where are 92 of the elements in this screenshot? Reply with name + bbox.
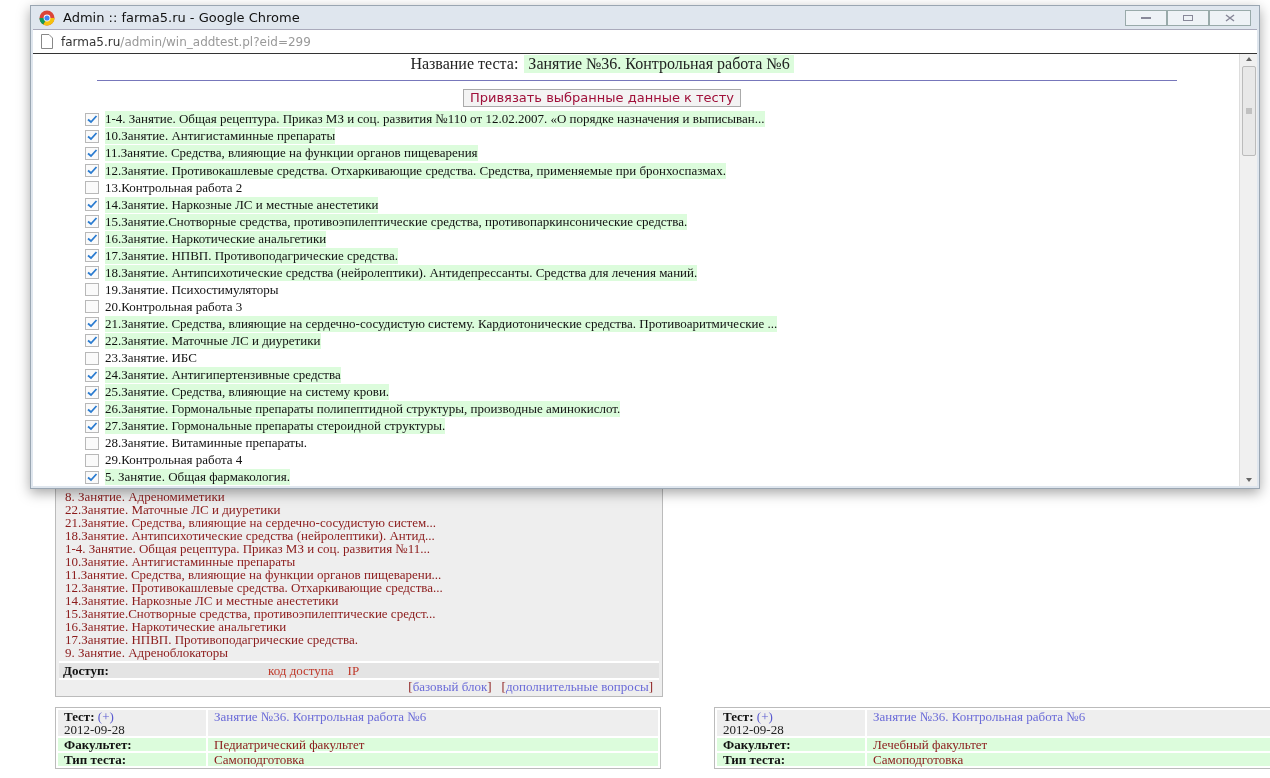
minimize-button[interactable] xyxy=(1125,9,1167,26)
scrollbar[interactable] xyxy=(1239,54,1257,486)
linked-item[interactable]: 1-4. Занятие. Общая рецептура. Приказ МЗ и соц. развития №11... xyxy=(59,542,659,555)
linked-item[interactable]: 8. Занятие. Адреномиметики xyxy=(59,490,659,503)
lesson-label: 19.Занятие. Психостимуляторы xyxy=(105,281,279,298)
close-button[interactable] xyxy=(1209,9,1251,26)
linked-item[interactable]: 18.Занятие. Антипсихотические средства (нейролептики). Антид... xyxy=(59,529,659,542)
checkbox[interactable] xyxy=(85,300,99,314)
checkbox[interactable] xyxy=(85,368,99,382)
linked-item[interactable]: 22.Занятие. Маточные ЛС и диуретики xyxy=(59,503,659,516)
linked-item[interactable]: 21.Занятие. Средства, влияющие на сердечно-сосудистую систем... xyxy=(59,516,659,529)
checkbox[interactable] xyxy=(85,266,99,280)
checkbox[interactable] xyxy=(85,283,99,297)
lesson-label: 24.Занятие. Антигипертензивные средства xyxy=(105,367,341,384)
linked-item[interactable]: 17.Занятие. НПВП. Противоподагрические средства. xyxy=(59,633,659,646)
checkbox[interactable] xyxy=(85,215,99,229)
checkbox[interactable] xyxy=(85,419,99,433)
linked-item[interactable]: 14.Занятие. Наркозные ЛС и местные анестетики xyxy=(59,594,659,607)
linked-item[interactable]: 9. Занятие. Адреноблокаторы xyxy=(59,646,659,659)
checkbox[interactable] xyxy=(85,317,99,331)
lesson-label: 25.Занятие. Средства, влияющие на систему крови. xyxy=(105,384,390,401)
checkbox[interactable] xyxy=(85,351,99,365)
test-name-label: Название теста: xyxy=(410,54,519,73)
lesson-label: 26.Занятие. Гормональные препараты полипептидной структуры, производные аминокислот. xyxy=(105,401,621,418)
linked-item[interactable]: 12.Занятие. Противокашлевые средства. Отхаркивающие средства... xyxy=(59,581,659,594)
lesson-label: 27.Занятие. Гормональные препараты стероидной структуры. xyxy=(105,418,446,435)
checkbox[interactable] xyxy=(85,436,99,450)
lesson-label: 11.Занятие. Средства, влияющие на функции органов пищеварения xyxy=(105,145,478,162)
window-title: Admin :: farma5.ru - Google Chrome xyxy=(63,10,300,25)
grip-icon xyxy=(1245,108,1252,114)
access-label: Доступ: xyxy=(62,662,110,679)
lesson-label: 13.Контрольная работа 2 xyxy=(105,179,243,196)
lesson-label: 17.Занятие. НПВП. Противоподагрические средства. xyxy=(105,247,398,264)
lesson-label: 16.Занятие. Наркотические анальгетики xyxy=(105,230,327,247)
checkbox[interactable] xyxy=(85,146,99,160)
checkbox[interactable] xyxy=(85,129,99,143)
checkbox[interactable] xyxy=(85,181,99,195)
maximize-button[interactable] xyxy=(1167,9,1209,26)
linked-item[interactable]: 10.Занятие. Антигистаминные препараты xyxy=(59,555,659,568)
lesson-label: 14.Занятие. Наркозные ЛС и местные анестетики xyxy=(105,196,379,213)
linked-item[interactable]: 15.Занятие.Снотворные средства, противоэпилептические средст... xyxy=(59,607,659,620)
faculty-label: Факультет: xyxy=(723,737,791,752)
checkbox[interactable] xyxy=(85,164,99,177)
checkbox[interactable] xyxy=(85,453,99,467)
lesson-label: 15.Занятие.Снотворные средства, противоэпилептические средства, противопаркинсонические средства. xyxy=(105,213,688,230)
lesson-label: 12.Занятие. Противокашлевые средства. Отхаркивающие средства. Средства, применяемые при бронхоспазмах. xyxy=(105,162,726,179)
access-option[interactable]: IP xyxy=(347,662,360,679)
close-icon xyxy=(1224,13,1236,22)
checkbox[interactable] xyxy=(85,249,99,263)
linked-item[interactable]: 11.Занятие. Средства, влияющие на функции органов пищеварени... xyxy=(59,568,659,581)
test-name-value: Занятие №36. Контрольная работа №6 xyxy=(524,54,794,73)
test-type-label: Тип теста: xyxy=(723,752,786,767)
lesson-label: 23.Занятие. ИБС xyxy=(105,350,197,366)
checkbox[interactable] xyxy=(85,232,99,246)
test-type-value: Самоподготовка xyxy=(873,752,964,767)
lesson-label: 28.Занятие. Витаминные препараты. xyxy=(105,435,308,452)
checkbox[interactable] xyxy=(85,334,99,348)
bind-button[interactable]: Привязать выбранные данные к тесту xyxy=(462,88,742,107)
faculty-value: Лечебный факультет xyxy=(873,737,988,752)
page-icon xyxy=(41,34,53,49)
checkbox[interactable] xyxy=(85,112,99,126)
lesson-label: 1-4. Занятие. Общая рецептура. Приказ МЗ и соц. развития №110 от 12.02.2007. «О порядке назначения и выписыван... xyxy=(105,111,765,128)
browser-logo-icon xyxy=(39,9,55,26)
checkbox[interactable] xyxy=(85,198,99,212)
section-link[interactable]: дополнительные вопросы xyxy=(505,679,649,694)
bracket: [ xyxy=(408,679,413,694)
lesson-label: 18.Занятие. Антипсихотические средства (нейролептики). Антидепрессанты. Средства для лечения маний. xyxy=(105,264,698,281)
test-label: Тест: xyxy=(723,709,754,724)
bracket: ] xyxy=(648,679,653,694)
bracket: [ xyxy=(501,679,506,694)
lesson-label: 5. Занятие. Общая фармакология. xyxy=(105,469,291,486)
add-link[interactable]: (+) xyxy=(756,709,773,724)
address-url[interactable]: farma5.ru/admin/win_addtest.pl?eid=299 xyxy=(61,34,311,49)
test-type-value: Самоподготовка xyxy=(214,752,305,767)
lesson-label: 10.Занятие. Антигистаминные препараты xyxy=(105,128,336,145)
maximize-icon xyxy=(1182,13,1194,22)
section-link[interactable]: базовый блок xyxy=(412,679,488,694)
lesson-label: 21.Занятие. Средства, влияющие на сердечно-сосудистую систему. Кардиотонические средства. Противоаритмические ... xyxy=(105,315,778,332)
access-option[interactable]: код доступа xyxy=(268,662,334,679)
faculty-value: Педиатрический факультет xyxy=(214,737,365,752)
test-label: Тест: xyxy=(64,709,95,724)
checkbox[interactable] xyxy=(85,470,99,484)
lesson-label: 20.Контрольная работа 3 xyxy=(105,298,243,315)
faculty-label: Факультет: xyxy=(64,737,132,752)
checkbox[interactable] xyxy=(85,385,99,399)
checkbox[interactable] xyxy=(85,402,99,416)
lesson-label: 29.Контрольная работа 4 xyxy=(105,452,243,469)
linked-item[interactable]: 16.Занятие. Наркотические анальгетики xyxy=(59,620,659,633)
bracket: ] xyxy=(487,679,492,694)
add-link[interactable]: (+) xyxy=(97,709,114,724)
test-type-label: Тип теста: xyxy=(64,752,127,767)
lesson-label: 22.Занятие. Маточные ЛС и диуретики xyxy=(105,332,321,349)
